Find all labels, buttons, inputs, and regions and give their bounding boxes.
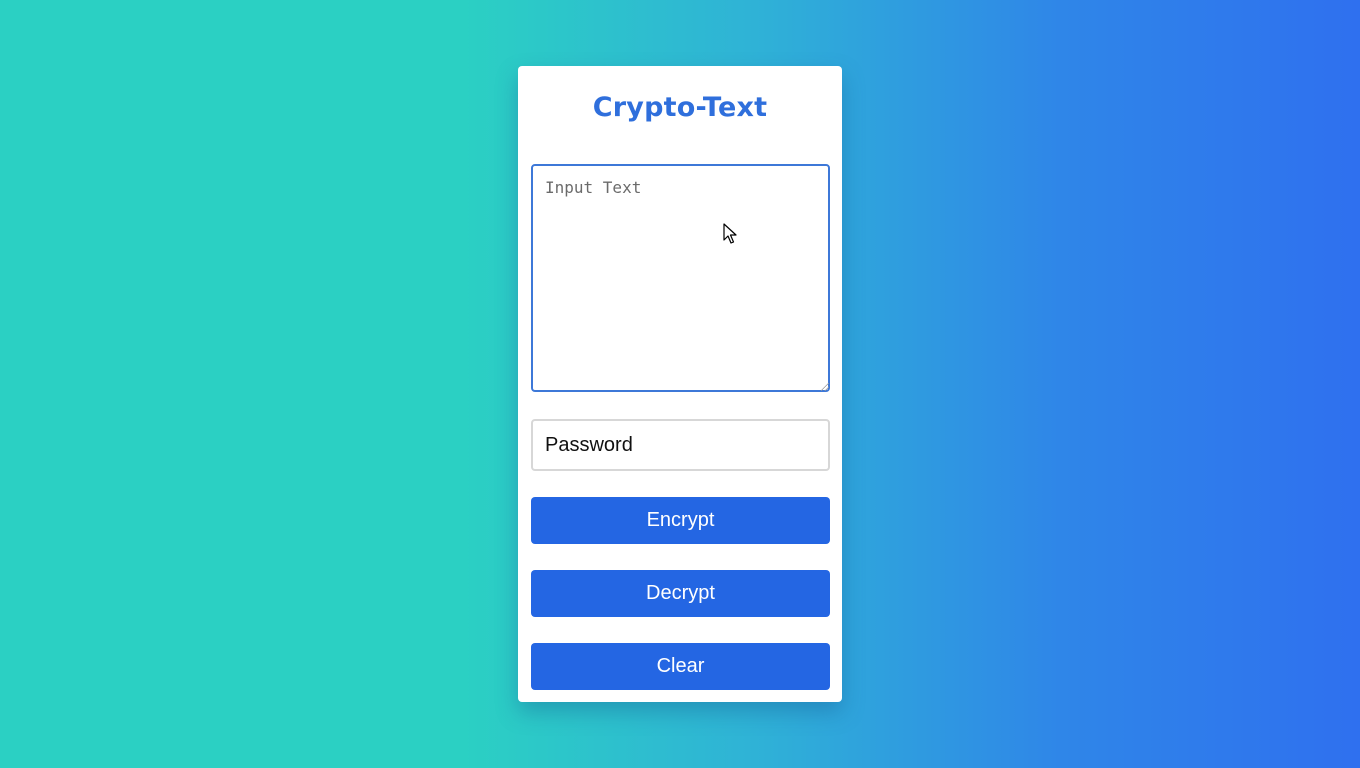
password-field[interactable] <box>531 419 830 471</box>
encrypt-button[interactable]: Encrypt <box>531 497 830 544</box>
app-title: Crypto-Text <box>592 92 768 123</box>
clear-button[interactable]: Clear <box>531 643 830 690</box>
decrypt-button[interactable]: Decrypt <box>531 570 830 617</box>
input-text-area[interactable] <box>531 164 830 392</box>
crypto-card: Crypto-Text Encrypt Decrypt Clear <box>518 66 842 702</box>
